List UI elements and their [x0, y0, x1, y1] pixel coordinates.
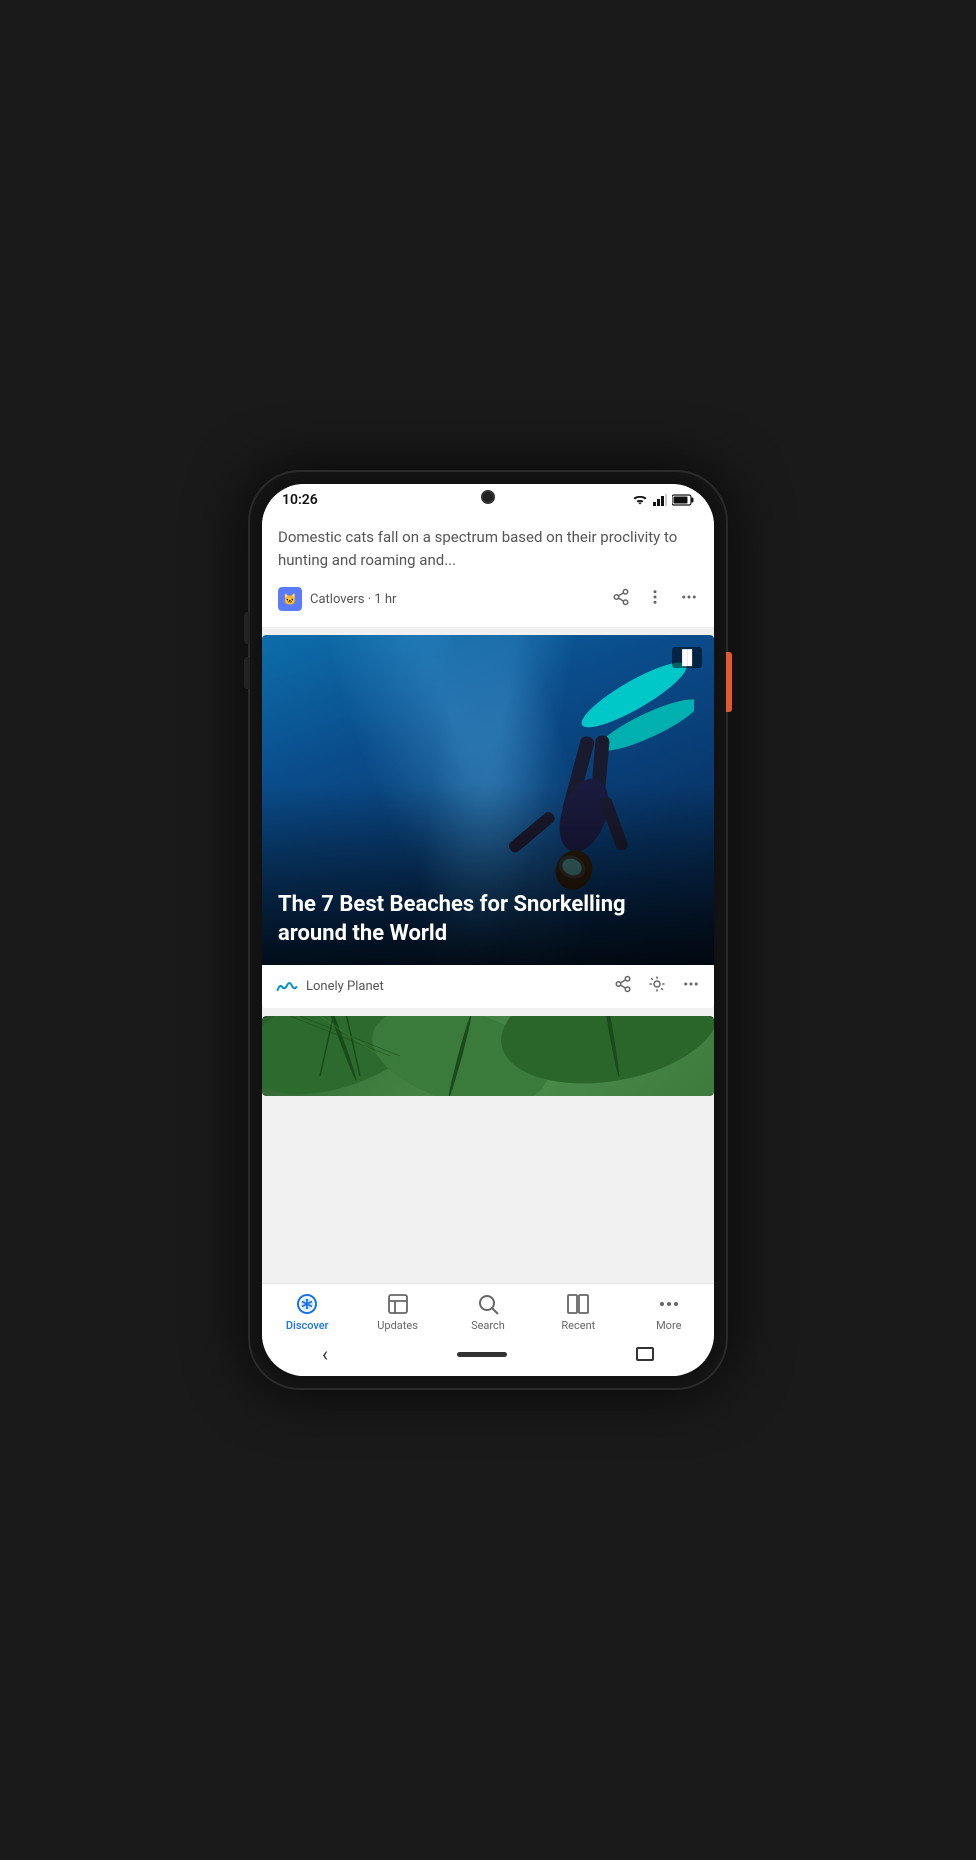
content-area: Domestic cats fall on a spectrum based o…	[262, 512, 714, 1283]
home-pill[interactable]	[457, 1352, 507, 1357]
signal-icon	[653, 494, 667, 506]
snorkeling-image-container: ▐▌ The 7 Best Beaches for Snorkelling ar…	[262, 635, 714, 965]
snorkeling-card[interactable]: ▐▌ The 7 Best Beaches for Snorkelling ar…	[262, 635, 714, 1008]
battery-icon	[672, 494, 694, 506]
cat-article-card: Domestic cats fall on a spectrum based o…	[262, 512, 714, 627]
interest-icon[interactable]	[648, 975, 666, 998]
volume-down-button	[244, 657, 250, 689]
image-badge: ▐▌	[672, 647, 702, 668]
discover-icon	[295, 1292, 319, 1316]
more-icon-2[interactable]	[682, 975, 700, 998]
camera	[481, 490, 495, 504]
gallery-icon: ▐▌	[677, 649, 697, 666]
more-options-icon[interactable]	[680, 588, 698, 611]
nav-search[interactable]: Search	[458, 1292, 518, 1332]
updates-label: Updates	[377, 1319, 418, 1332]
nav-updates[interactable]: Updates	[368, 1292, 428, 1332]
volume-up-button	[244, 612, 250, 644]
recent-icon	[566, 1292, 590, 1316]
share-icon[interactable]	[612, 588, 630, 611]
nav-discover[interactable]: Discover	[277, 1292, 337, 1332]
cat-card-footer: 🐱 Catlovers · 1 hr	[278, 581, 698, 617]
cat-article-text: Domestic cats fall on a spectrum based o…	[278, 526, 698, 571]
more-label: More	[656, 1319, 681, 1332]
search-icon	[476, 1292, 500, 1316]
nav-recent[interactable]: Recent	[548, 1292, 608, 1332]
phone-screen: 10:26	[262, 484, 714, 1376]
leaf-article-card[interactable]	[262, 1016, 714, 1096]
bottom-nav: Discover Updates Search	[262, 1283, 714, 1336]
discover-label: Discover	[286, 1319, 329, 1332]
back-button[interactable]: ‹	[322, 1342, 328, 1366]
search-label: Search	[471, 1319, 505, 1332]
status-time: 10:26	[282, 492, 318, 508]
android-nav: ‹	[262, 1336, 714, 1376]
lonely-planet-name: Lonely Planet	[306, 979, 384, 994]
leaf-image	[262, 1016, 714, 1096]
lonely-planet-source: Lonely Planet	[276, 979, 384, 994]
wifi-icon	[632, 494, 648, 506]
recents-button[interactable]	[636, 1347, 654, 1361]
share-icon-2[interactable]	[614, 975, 632, 998]
updates-icon	[386, 1292, 410, 1316]
snorkeling-card-actions[interactable]	[614, 975, 700, 998]
cat-source-name: Catlovers · 1 hr	[310, 592, 396, 607]
catlovers-icon: 🐱	[278, 587, 302, 611]
phone-device: 10:26	[248, 470, 728, 1390]
article-title: The 7 Best Beaches for Snorkelling aroun…	[278, 890, 698, 949]
snorkeling-card-footer: Lonely Planet	[262, 965, 714, 1008]
underwater-scene: ▐▌ The 7 Best Beaches for Snorkelling ar…	[262, 635, 714, 965]
more-icon	[657, 1292, 681, 1316]
dot-menu-icon[interactable]	[646, 588, 664, 611]
cat-card-actions[interactable]	[612, 588, 698, 611]
status-icons	[632, 494, 694, 506]
nav-more[interactable]: More	[639, 1292, 699, 1332]
recent-label: Recent	[561, 1319, 595, 1332]
power-button	[726, 652, 732, 712]
lonely-planet-logo-icon	[276, 980, 298, 994]
cat-source-info: 🐱 Catlovers · 1 hr	[278, 587, 396, 611]
